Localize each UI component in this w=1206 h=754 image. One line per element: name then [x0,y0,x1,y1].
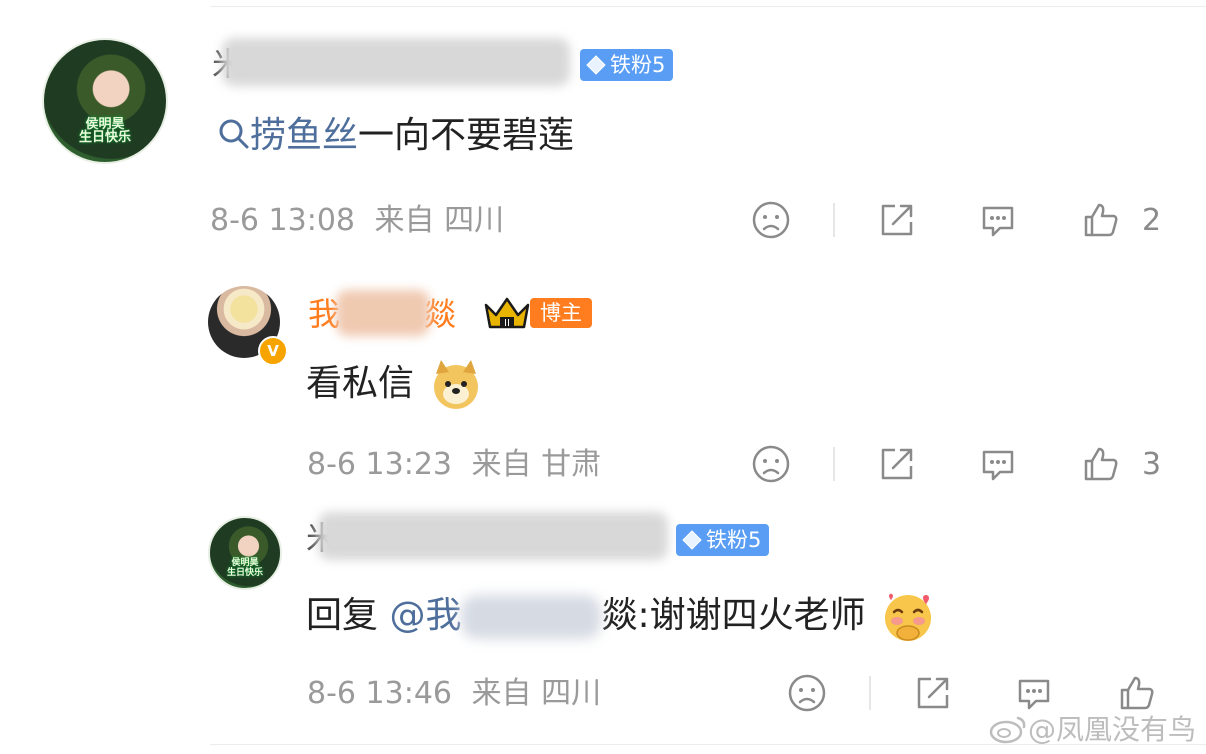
diamond-icon [586,55,606,75]
location: 来自 甘肃 [471,447,602,482]
comment-icon[interactable] [978,200,1018,240]
timestamp: 8-6 13:08 [210,203,355,238]
comment-icon[interactable] [978,444,1018,484]
avatar[interactable]: 侯明昊 生日快乐 [42,38,168,164]
host-badge: 博主 [530,298,592,328]
share-icon[interactable] [877,444,917,484]
reply-meta: 8-6 13:46 来自 四川 [307,674,601,714]
like-count: 2 [1142,203,1162,238]
action-separator [833,203,835,237]
fan-badge[interactable]: 铁粉5 [676,524,770,556]
top-divider [210,6,1206,7]
mention-link[interactable]: @我 [389,595,602,639]
verified-badge: V [258,336,288,366]
like-icon[interactable] [1081,444,1121,484]
blogger-name-blurred [336,290,430,336]
search-link[interactable]: 捞鱼丝 [218,115,358,156]
reply-text: 看私信 [306,358,483,412]
timestamp: 8-6 13:46 [307,676,452,711]
action-separator [833,447,835,481]
dislike-icon[interactable] [751,200,791,240]
location: 来自 四川 [471,676,602,711]
like-count: 3 [1142,447,1162,482]
timestamp: 8-6 13:23 [307,447,452,482]
shy-emoji [885,593,932,641]
reply-meta: 8-6 13:23 来自 甘肃 [307,445,601,485]
diamond-icon [682,530,702,550]
location: 来自 四川 [374,203,505,238]
svg-text:II: II [504,318,510,329]
watermark: @凤凰没有鸟 [988,708,1196,748]
share-icon[interactable] [913,673,953,713]
mention-blurred [461,595,602,639]
fan-badge[interactable]: 铁粉5 [580,49,674,81]
avatar[interactable]: 侯明昊 生日快乐 [208,516,282,590]
commenter-name-blurred [222,38,570,86]
like-icon[interactable] [1117,673,1157,713]
avatar-caption: 侯明昊 生日快乐 [78,116,131,146]
comment-meta: 8-6 13:08 来自 四川 [210,201,504,241]
commenter-name-blurred [318,512,668,560]
avatar-caption: 侯明昊 生日快乐 [226,558,263,578]
search-icon [219,119,249,149]
dislike-icon[interactable] [751,444,791,484]
reply-text: 回复 @我 燚:谢谢四火老师 [306,588,937,646]
dislike-icon[interactable] [787,673,827,713]
comment-icon[interactable] [1014,673,1054,713]
action-separator [869,676,871,710]
weibo-logo-icon [989,716,1026,744]
doge-emoji [434,360,479,409]
comment-text: 捞鱼丝一向不要碧莲 [218,112,574,160]
share-icon[interactable] [877,200,917,240]
crown-icon: II [484,297,530,329]
like-icon[interactable] [1081,200,1121,240]
